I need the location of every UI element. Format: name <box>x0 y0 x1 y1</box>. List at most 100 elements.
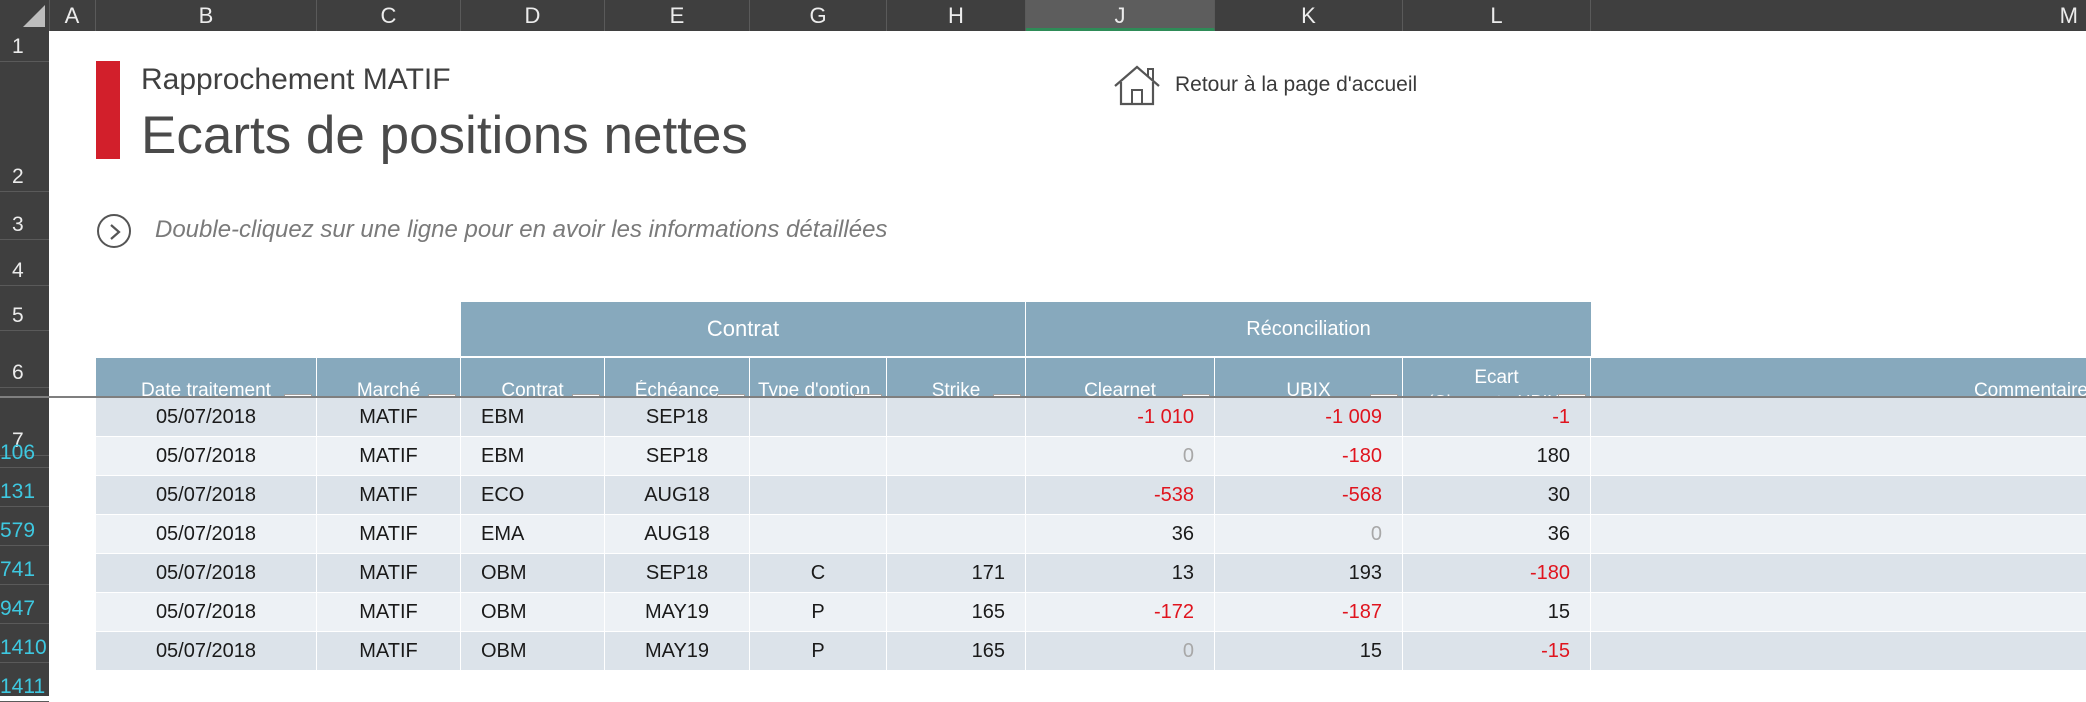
cell-contrat[interactable]: EBM <box>461 398 605 437</box>
row-header-1410[interactable]: 1410 <box>0 624 49 663</box>
cell-date[interactable]: 05/07/2018 <box>96 554 317 593</box>
cell-comment[interactable] <box>1591 437 2086 476</box>
cell-type[interactable] <box>750 437 887 476</box>
cell-clearnet[interactable]: -1 010 <box>1026 398 1215 437</box>
cell-type[interactable] <box>750 476 887 515</box>
cell-comment[interactable] <box>1591 593 2086 632</box>
column-header-h[interactable]: H <box>887 0 1026 31</box>
table-row[interactable]: 05/07/2018 MATIF ECO AUG18 -538 -568 30 <box>96 476 2086 515</box>
cell-marche[interactable]: MATIF <box>317 515 461 554</box>
cell-date[interactable]: 05/07/2018 <box>96 593 317 632</box>
table-row[interactable]: 05/07/2018 MATIF EMA AUG18 36 0 36 <box>96 515 2086 554</box>
row-header-579[interactable]: 579 <box>0 507 49 546</box>
cell-date[interactable]: 05/07/2018 <box>96 515 317 554</box>
column-header-g[interactable]: G <box>750 0 887 31</box>
cell-clearnet[interactable]: -172 <box>1026 593 1215 632</box>
cell-strike[interactable] <box>887 476 1026 515</box>
cell-strike[interactable]: 165 <box>887 593 1026 632</box>
table-row[interactable]: 05/07/2018 MATIF EBM SEP18 -1 010 -1 009 -1 <box>96 398 2086 437</box>
cell-strike[interactable] <box>887 398 1026 437</box>
cell-clearnet[interactable]: 36 <box>1026 515 1215 554</box>
cell-ecart[interactable]: 180 <box>1403 437 1591 476</box>
table-row[interactable]: 05/07/2018 MATIF EBM SEP18 0 -180 180 <box>96 437 2086 476</box>
table-row[interactable]: 05/07/2018 MATIF OBM MAY19 P 165 0 15 -15 <box>96 632 2086 671</box>
cell-contrat[interactable]: EMA <box>461 515 605 554</box>
cell-clearnet[interactable]: 0 <box>1026 437 1215 476</box>
cell-marche[interactable]: MATIF <box>317 593 461 632</box>
cell-ubix[interactable]: 15 <box>1215 632 1403 671</box>
cell-contrat[interactable]: OBM <box>461 632 605 671</box>
cell-comment[interactable] <box>1591 515 2086 554</box>
cell-ubix[interactable]: 193 <box>1215 554 1403 593</box>
cell-type[interactable] <box>750 398 887 437</box>
cell-ubix[interactable]: -187 <box>1215 593 1403 632</box>
cell-contrat[interactable]: ECO <box>461 476 605 515</box>
cell-comment[interactable] <box>1591 554 2086 593</box>
cell-echeance[interactable]: MAY19 <box>605 593 750 632</box>
cell-echeance[interactable]: AUG18 <box>605 515 750 554</box>
column-header-m[interactable]: M <box>1591 0 2086 31</box>
row-header-3[interactable]: 3 <box>0 192 49 240</box>
table-row[interactable]: 05/07/2018 MATIF OBM MAY19 P 165 -172 -187 15 <box>96 593 2086 632</box>
cell-type[interactable]: C <box>750 554 887 593</box>
row-header-947[interactable]: 947 <box>0 585 49 624</box>
cell-ecart[interactable]: -1 <box>1403 398 1591 437</box>
cell-ubix[interactable]: -568 <box>1215 476 1403 515</box>
row-header-741[interactable]: 741 <box>0 546 49 585</box>
cell-ubix[interactable]: -180 <box>1215 437 1403 476</box>
cell-ecart[interactable]: 36 <box>1403 515 1591 554</box>
cell-date[interactable]: 05/07/2018 <box>96 437 317 476</box>
cell-comment[interactable] <box>1591 476 2086 515</box>
cell-echeance[interactable]: MAY19 <box>605 632 750 671</box>
cell-type[interactable] <box>750 515 887 554</box>
home-link[interactable]: Retour à la page d'accueil <box>1111 63 1417 107</box>
cell-ecart[interactable]: -180 <box>1403 554 1591 593</box>
cell-strike[interactable]: 165 <box>887 632 1026 671</box>
cell-marche[interactable]: MATIF <box>317 632 461 671</box>
column-header-e[interactable]: E <box>605 0 750 31</box>
cell-echeance[interactable]: SEP18 <box>605 437 750 476</box>
row-header-1[interactable]: 1 <box>0 31 49 62</box>
cell-marche[interactable]: MATIF <box>317 476 461 515</box>
column-header-b[interactable]: B <box>96 0 317 31</box>
cell-strike[interactable] <box>887 437 1026 476</box>
cell-strike[interactable]: 171 <box>887 554 1026 593</box>
cell-date[interactable]: 05/07/2018 <box>96 632 317 671</box>
column-header-a[interactable]: A <box>49 0 96 31</box>
row-header-5[interactable]: 5 <box>0 286 49 331</box>
cell-clearnet[interactable]: -538 <box>1026 476 1215 515</box>
cell-comment[interactable] <box>1591 398 2086 437</box>
cell-marche[interactable]: MATIF <box>317 437 461 476</box>
row-header-1411[interactable]: 1411 <box>0 663 49 702</box>
row-header-6[interactable]: 6 <box>0 331 49 388</box>
cell-strike[interactable] <box>887 515 1026 554</box>
select-all-corner[interactable] <box>0 0 50 31</box>
row-header-2[interactable]: 2 <box>0 62 49 192</box>
cell-clearnet[interactable]: 13 <box>1026 554 1215 593</box>
cell-marche[interactable]: MATIF <box>317 398 461 437</box>
cell-echeance[interactable]: SEP18 <box>605 554 750 593</box>
cell-clearnet[interactable]: 0 <box>1026 632 1215 671</box>
cell-marche[interactable]: MATIF <box>317 554 461 593</box>
cell-type[interactable]: P <box>750 593 887 632</box>
row-header-4[interactable]: 4 <box>0 240 49 286</box>
row-header-106[interactable]: 106 <box>0 429 49 468</box>
cell-contrat[interactable]: EBM <box>461 437 605 476</box>
column-header-c[interactable]: C <box>317 0 461 31</box>
cell-date[interactable]: 05/07/2018 <box>96 398 317 437</box>
cell-ecart[interactable]: 15 <box>1403 593 1591 632</box>
cell-contrat[interactable]: OBM <box>461 554 605 593</box>
cell-ubix[interactable]: 0 <box>1215 515 1403 554</box>
table-row[interactable]: 05/07/2018 MATIF OBM SEP18 C 171 13 193 -180 <box>96 554 2086 593</box>
cell-ecart[interactable]: 30 <box>1403 476 1591 515</box>
cell-contrat[interactable]: OBM <box>461 593 605 632</box>
cell-comment[interactable] <box>1591 632 2086 671</box>
column-header-k[interactable]: K <box>1215 0 1403 31</box>
cell-ecart[interactable]: -15 <box>1403 632 1591 671</box>
cell-date[interactable]: 05/07/2018 <box>96 476 317 515</box>
cell-echeance[interactable]: AUG18 <box>605 476 750 515</box>
cell-ubix[interactable]: -1 009 <box>1215 398 1403 437</box>
column-header-l[interactable]: L <box>1403 0 1591 31</box>
column-header-j[interactable]: J <box>1026 0 1215 31</box>
cell-echeance[interactable]: SEP18 <box>605 398 750 437</box>
